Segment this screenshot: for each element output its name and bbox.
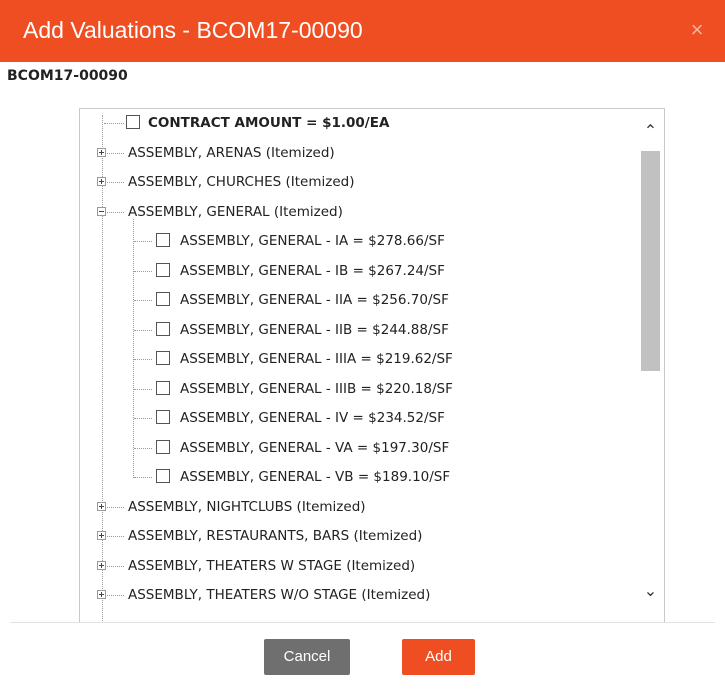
chevron-up-icon[interactable]: ⌃ [637,121,664,143]
tree-connector [133,219,134,478]
expand-icon[interactable] [97,561,106,570]
checkbox[interactable] [156,469,170,483]
close-icon[interactable]: × [685,18,709,42]
tree-connector [134,389,152,390]
expand-icon[interactable] [97,148,106,157]
tree-node-root[interactable]: CONTRACT AMOUNT = $1.00/EA [80,112,636,134]
tree-connector [134,477,152,478]
expand-icon[interactable] [97,502,106,511]
expand-icon[interactable] [97,590,106,599]
valuation-tree[interactable]: CONTRACT AMOUNT = $1.00/EA ASSEMBLY, AREN… [79,108,665,623]
dialog-footer: Cancel Add [10,622,715,695]
tree-node-group[interactable]: ASSEMBLY, CHURCHES (Itemized) [80,171,636,193]
tree-connector [107,566,124,567]
checkbox[interactable] [126,115,140,129]
vertical-scrollbar[interactable]: ⌃ ⌄ [637,109,664,623]
checkbox[interactable] [156,440,170,454]
tree-node-label: ASSEMBLY, GENERAL - IB = $267.24/SF [180,263,445,279]
tree-connector [107,507,124,508]
tree-connector [107,182,124,183]
checkbox[interactable] [156,263,170,277]
tree-node-label: ASSEMBLY, NIGHTCLUBS (Itemized) [128,499,366,515]
record-id: BCOM17-00090 [7,68,128,84]
dialog-title: Add Valuations - BCOM17-00090 [23,17,363,43]
add-valuations-dialog: Add Valuations - BCOM17-00090 × BCOM17-0… [0,0,725,694]
cancel-button[interactable]: Cancel [264,639,350,675]
chevron-down-icon[interactable]: ⌄ [637,581,664,603]
tree-connector [107,536,124,537]
checkbox[interactable] [156,233,170,247]
tree-connector [134,418,152,419]
tree-connector [134,271,152,272]
collapse-icon[interactable] [97,207,106,216]
checkbox[interactable] [156,410,170,424]
tree-node-group[interactable]: ASSEMBLY, THEATERS W/O STAGE (Itemized) [80,584,636,606]
tree-connector [134,448,152,449]
tree-connector [134,359,152,360]
checkbox[interactable] [156,322,170,336]
tree-node-label: ASSEMBLY, GENERAL - IV = $234.52/SF [180,410,445,426]
checkbox[interactable] [156,292,170,306]
tree-connector [107,212,124,213]
tree-node-label: ASSEMBLY, GENERAL - IIB = $244.88/SF [180,322,449,338]
checkbox[interactable] [156,351,170,365]
tree-connector [134,300,152,301]
tree-node-label: CONTRACT AMOUNT = $1.00/EA [148,115,390,131]
tree-connector [107,595,124,596]
tree-node-group[interactable]: ASSEMBLY, ARENAS (Itemized) [80,142,636,164]
tree-node-group[interactable]: ASSEMBLY, GENERAL (Itemized) [80,201,636,223]
scrollbar-thumb[interactable] [641,151,660,371]
tree-node-group[interactable]: ASSEMBLY, NIGHTCLUBS (Itemized) [80,496,636,518]
tree-node-label: ASSEMBLY, GENERAL - IIIB = $220.18/SF [180,381,453,397]
tree-node-group[interactable]: ASSEMBLY, RESTAURANTS, BARS (Itemized) [80,525,636,547]
tree-node-label: ASSEMBLY, GENERAL - IA = $278.66/SF [180,233,445,249]
tree-node-label: ASSEMBLY, RESTAURANTS, BARS (Itemized) [128,528,423,544]
add-button[interactable]: Add [402,639,475,675]
tree-node-item[interactable]: ASSEMBLY, GENERAL - IIIB = $220.18/SF [80,378,636,400]
tree-node-item[interactable]: ASSEMBLY, GENERAL - IIIA = $219.62/SF [80,348,636,370]
tree-node-label: ASSEMBLY, GENERAL - VB = $189.10/SF [180,469,451,485]
tree-node-label: ASSEMBLY, GENERAL (Itemized) [128,204,343,220]
tree-node-item[interactable]: ASSEMBLY, GENERAL - IB = $267.24/SF [80,260,636,282]
tree-content: CONTRACT AMOUNT = $1.00/EA ASSEMBLY, AREN… [80,109,636,623]
tree-node-item[interactable]: ASSEMBLY, GENERAL - IA = $278.66/SF [80,230,636,252]
tree-connector [107,153,124,154]
checkbox[interactable] [156,381,170,395]
expand-icon[interactable] [97,531,106,540]
expand-icon[interactable] [97,177,106,186]
scrollbar-track[interactable] [641,149,660,573]
tree-node-item[interactable]: ASSEMBLY, GENERAL - VA = $197.30/SF [80,437,636,459]
tree-connector [134,241,152,242]
tree-node-label: ASSEMBLY, GENERAL - IIIA = $219.62/SF [180,351,453,367]
tree-node-group[interactable]: ASSEMBLY, THEATERS W STAGE (Itemized) [80,555,636,577]
tree-node-label: ASSEMBLY, GENERAL - VA = $197.30/SF [180,440,450,456]
tree-connector [134,330,152,331]
tree-node-item[interactable]: ASSEMBLY, GENERAL - IIB = $244.88/SF [80,319,636,341]
tree-node-item[interactable]: ASSEMBLY, GENERAL - IIA = $256.70/SF [80,289,636,311]
tree-node-label: ASSEMBLY, THEATERS W/O STAGE (Itemized) [128,587,431,603]
tree-node-label: ASSEMBLY, ARENAS (Itemized) [128,145,335,161]
tree-node-label: ASSEMBLY, GENERAL - IIA = $256.70/SF [180,292,449,308]
tree-node-item[interactable]: ASSEMBLY, GENERAL - IV = $234.52/SF [80,407,636,429]
tree-node-label: ASSEMBLY, THEATERS W STAGE (Itemized) [128,558,416,574]
tree-node-label: ASSEMBLY, CHURCHES (Itemized) [128,174,355,190]
tree-node-item[interactable]: ASSEMBLY, GENERAL - VB = $189.10/SF [80,466,636,488]
tree-connector [104,123,124,124]
dialog-titlebar: Add Valuations - BCOM17-00090 × [0,0,725,62]
